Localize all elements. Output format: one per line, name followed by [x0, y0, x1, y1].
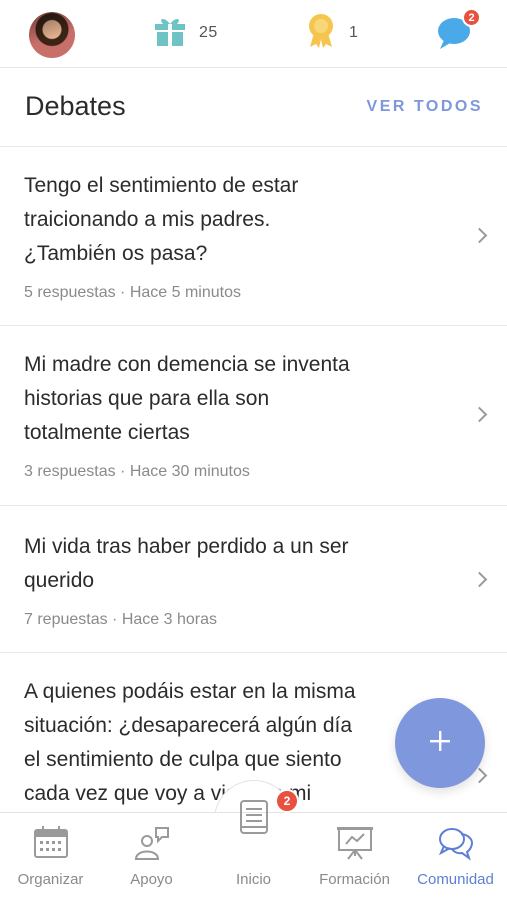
debate-title-line: ¿También os pasa?	[24, 242, 208, 265]
nav-label: Formación	[319, 871, 390, 888]
medal-counter[interactable]: 1	[305, 13, 359, 50]
debate-meta: 3 respuestas · Hace 30 minutos	[24, 463, 250, 480]
see-all-link[interactable]: VER TODOS	[367, 98, 483, 116]
debate-item[interactable]: Tengo el sentimiento de estar traicionan…	[0, 148, 507, 326]
top-status-bar: 25 1 2	[0, 0, 507, 68]
debate-title-line: A quienes podáis estar en la misma	[24, 680, 356, 703]
nav-formacion[interactable]: Formación	[304, 813, 405, 900]
community-chat-icon	[437, 825, 475, 866]
debate-title-line: Mi madre con demencia se inventa	[24, 353, 350, 376]
debate-title-line: historias que para ella son	[24, 387, 270, 410]
nav-apoyo[interactable]: Apoyo	[101, 813, 202, 900]
debate-meta: 5 respuestas · Hace 5 minutos	[24, 284, 241, 301]
debate-item[interactable]: Mi madre con demencia se inventa histori…	[0, 327, 507, 506]
nav-label: Apoyo	[130, 871, 173, 888]
debates-header: Debates VER TODOS	[0, 69, 507, 147]
chevron-right-icon	[471, 227, 488, 244]
debate-title-line: totalmente ciertas	[24, 421, 190, 444]
debate-title-line: Mi vida tras haber perdido a un ser	[24, 535, 349, 558]
avatar[interactable]	[29, 12, 75, 58]
nav-comunidad[interactable]: Comunidad	[405, 813, 506, 900]
nav-label: Comunidad	[417, 871, 494, 888]
chevron-right-icon	[471, 571, 488, 588]
messages-button[interactable]: 2	[436, 8, 481, 50]
debate-title-line: traicionando a mis padres.	[24, 208, 271, 231]
debate-item[interactable]: Mi vida tras haber perdido a un ser quer…	[0, 507, 507, 653]
gift-icon	[153, 15, 187, 52]
bottom-navigation: Organizar Apoyo 2 Inicio Formación Comun…	[0, 789, 507, 900]
calendar-icon	[33, 825, 69, 864]
gift-counter[interactable]: 25	[153, 16, 218, 50]
chevron-right-icon	[471, 406, 488, 423]
medal-icon	[305, 13, 337, 54]
debate-title-line: Tengo el sentimiento de estar	[24, 174, 299, 197]
presentation-icon	[336, 825, 374, 866]
messages-badge: 2	[462, 8, 481, 27]
medal-count: 1	[349, 24, 359, 41]
debate-title: Mi vida tras haber perdido a un ser quer…	[24, 530, 447, 598]
debate-title: Mi madre con demencia se inventa histori…	[24, 348, 447, 450]
section-title: Debates	[25, 91, 126, 121]
debate-title: Tengo el sentimiento de estar traicionan…	[24, 169, 447, 271]
nav-label: Organizar	[17, 871, 84, 888]
new-debate-button[interactable]	[395, 698, 485, 788]
nav-organizar[interactable]: Organizar	[0, 813, 101, 900]
gift-count: 25	[199, 24, 218, 41]
home-document-icon	[239, 799, 269, 840]
nav-label: Inicio	[235, 871, 272, 888]
chat-bubble-icon: 2	[436, 8, 481, 50]
plus-icon	[428, 729, 452, 758]
debate-title-line: querido	[24, 569, 95, 592]
home-badge: 2	[275, 789, 299, 813]
debate-meta: 7 repuestas · Hace 3 horas	[24, 611, 217, 628]
nav-inicio[interactable]: 2 Inicio	[203, 789, 304, 900]
support-icon	[133, 825, 171, 866]
